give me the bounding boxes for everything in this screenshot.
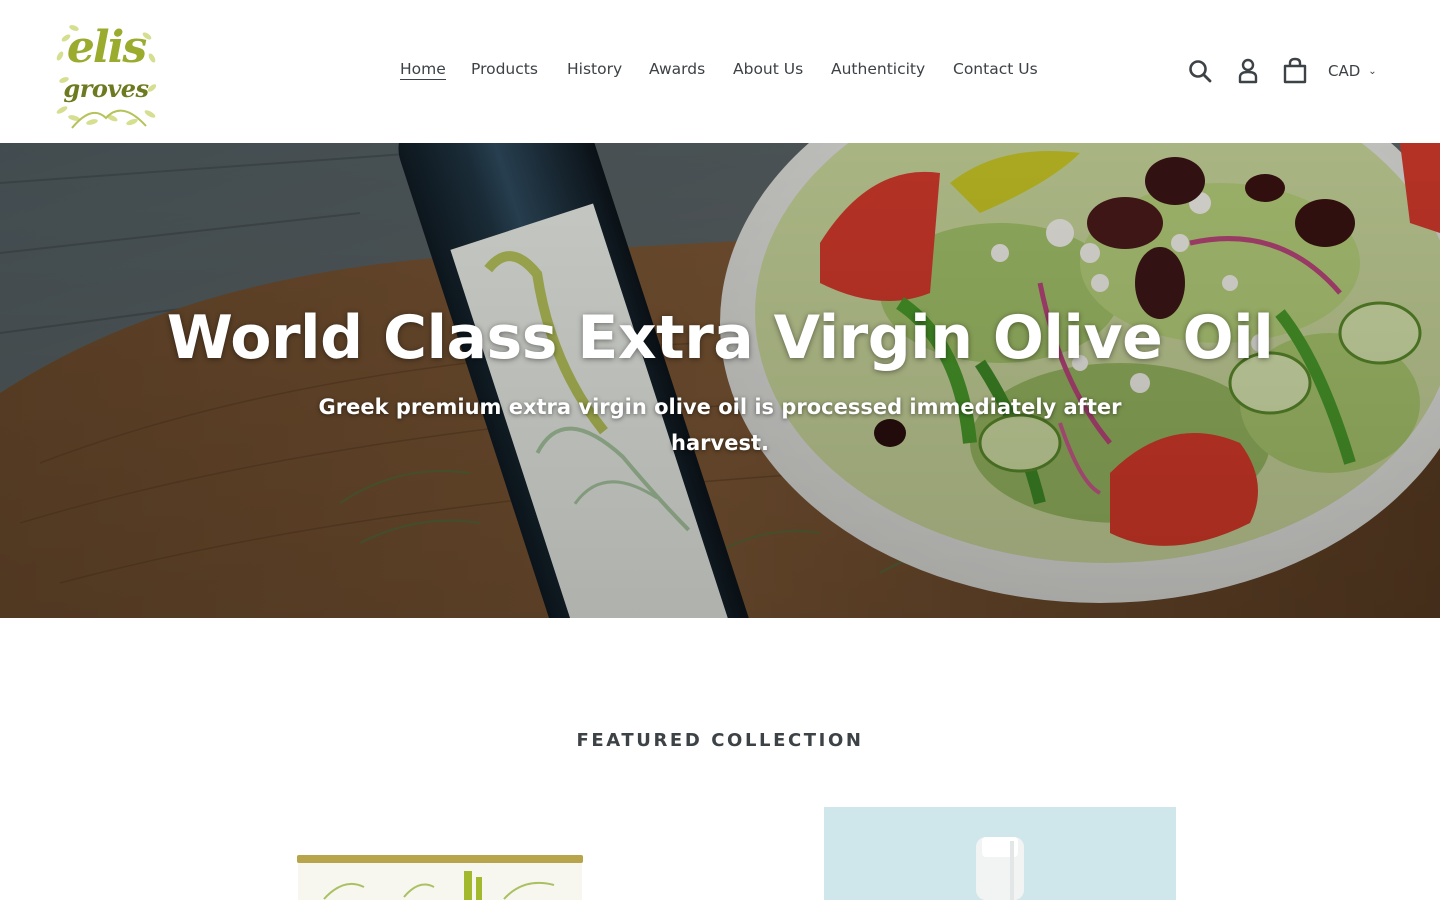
site-header: elis groves Home Products History Awards… [0,0,1440,143]
product-image-tin [264,807,616,900]
hero-banner[interactable]: World Class Extra Virgin Olive Oil Greek… [0,143,1440,618]
product-card-tin[interactable] [264,807,616,900]
product-card-bottle[interactable] [824,807,1176,900]
hero-title: World Class Extra Virgin Olive Oil [166,303,1274,373]
chevron-down-icon: ⌄ [1368,66,1377,77]
header-icons [0,56,1440,88]
hero-subtitle: Greek premium extra virgin olive oil is … [318,395,1122,455]
search-icon[interactable] [1186,56,1214,86]
cart-icon[interactable] [1281,56,1309,86]
featured-collection-title: FEATURED COLLECTION [576,730,864,751]
hero-background-image [0,143,1440,618]
product-image-bottle [824,807,1176,900]
account-icon[interactable] [1234,56,1262,86]
currency-selector[interactable]: CAD ⌄ [1328,62,1377,80]
currency-value: CAD [1328,62,1361,80]
